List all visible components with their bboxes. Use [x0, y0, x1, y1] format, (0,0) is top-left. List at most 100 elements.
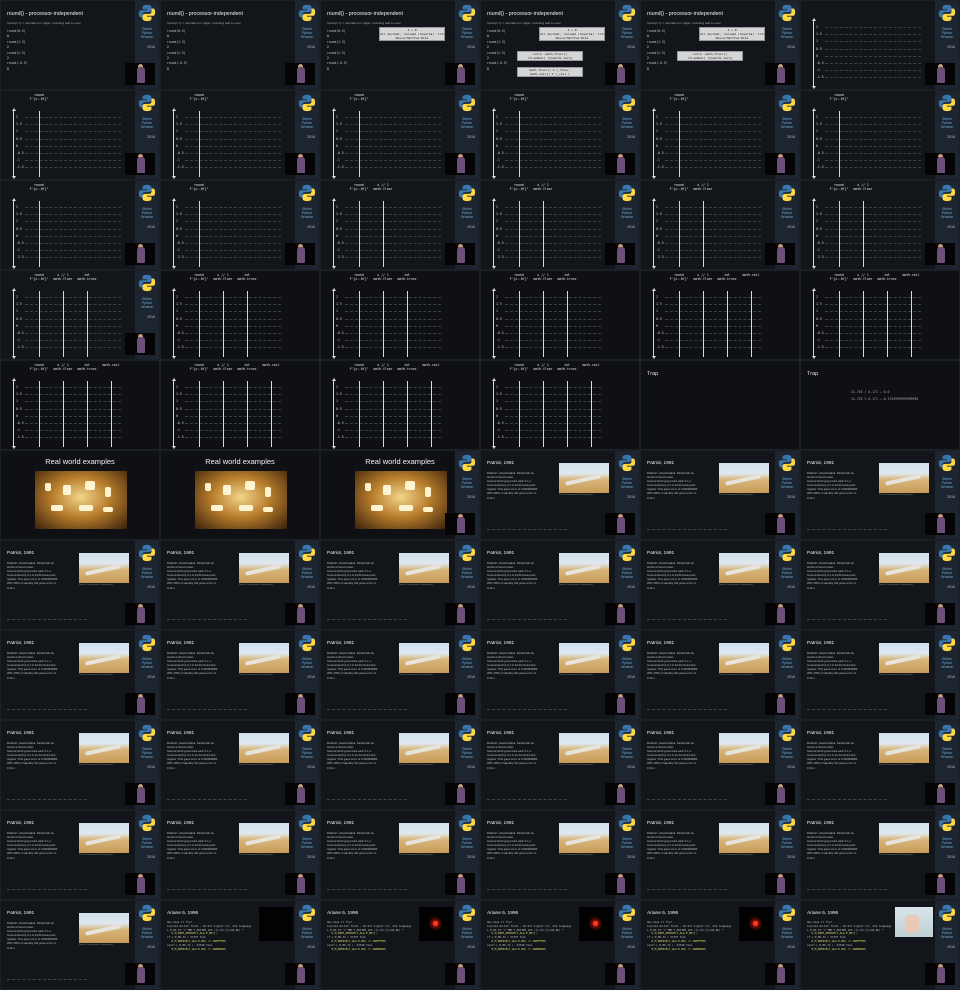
slide-round[interactable]: round() - processor-independent round(f, … — [1, 1, 159, 89]
speaker-video-icon — [925, 513, 955, 535]
tick-label: 1 — [496, 129, 498, 134]
slide-axis[interactable]: 2 1.5 1 0.5 0 -0.5 -1 -1.5 round f"{x:.0f}" x // … — [481, 181, 639, 269]
slide-title: Patriot, 1991 — [807, 641, 835, 646]
slide-patriot[interactable]: Patriot, 1991 Dhahran, Saudi Arabia. Patr… — [321, 811, 479, 899]
tick-label: 0.5 — [816, 226, 822, 231]
slide-real-world[interactable]: Real world examples — [1, 451, 159, 539]
highlight-segment — [246, 312, 249, 319]
tick-label: -1 — [496, 338, 500, 343]
highlight-segment — [518, 319, 521, 324]
slide-patriot[interactable]: Patriot, 1991 Dhahran, Saudi Arabia. Patr… — [1, 541, 159, 629]
slide-axis[interactable]: 2 1.5 1 0.5 0 -0.5 -1 -1.5 round f"{x:.0f}" x // … — [161, 361, 319, 449]
speaker-body — [457, 607, 465, 623]
slide-axis[interactable]: 2 1.5 1 0.5 0 -0.5 -1 -1.5 round f"{x:.0f}" Strik… — [1, 91, 159, 179]
slide-patriot[interactable]: Patriot, 1991 Dhahran, Saudi Arabia. Patr… — [641, 631, 799, 719]
tick-label: -0.5 — [16, 331, 24, 335]
tick-label: -1.5 — [816, 345, 824, 350]
tick-label: -1.5 — [16, 165, 24, 170]
slide-axis[interactable]: 2 1.5 1 0.5 0 -0.5 -1 -1.5 round f"{x:.0f}" x // … — [321, 181, 479, 269]
slide-axis[interactable]: 2 1.5 1 0.5 0 -0.5 -1 -1.5 round f"{x:.0f}" Strik… — [1, 181, 159, 269]
tick-label: -1 — [336, 248, 340, 253]
slide-axis[interactable]: 2 1.5 1 0.5 0 -0.5 -1 -1.5 Striker Python Seminar 2… — [801, 1, 959, 89]
slide-trap[interactable]: Trap 11.755 / 0.171 → 0.0 11.755 % 0.171 →… — [801, 361, 959, 449]
slide-axis[interactable]: 2 1.5 1 0.5 0 -0.5 -1 -1.5 round f"{x:.0f}" x // … — [801, 181, 959, 269]
tick-label: 0.5 — [496, 406, 502, 411]
slide-axis[interactable]: 2 1.5 1 0.5 0 -0.5 -1 -1.5 round f"{x:.0f}" x // … — [481, 361, 639, 449]
slide-body-text: Dhahran, Saudi Arabia. Patriot fail-me st… — [487, 741, 557, 770]
slide-patriot[interactable]: Patriot, 1991 Dhahran, Saudi Arabia. Patr… — [481, 811, 639, 899]
slide-ariane[interactable]: Ariane 5, 1996 How does it fly? Ciprand 64… — [161, 901, 319, 989]
slide-ariane[interactable]: Ariane 5, 1996 How does it fly? Ciprand 64… — [321, 901, 479, 989]
slide-patriot[interactable]: Patriot, 1991 Dhahran, Saudi Arabia. Patr… — [1, 901, 159, 989]
axis-arrow-up — [171, 108, 176, 111]
slide-axis[interactable]: 2 1.5 1 0.5 0 -0.5 -1 -1.5 round f"{x:.0f}" x // … — [481, 271, 639, 359]
exhibit-object — [245, 481, 255, 490]
slide-round[interactable]: round() - processor-independent round(f, … — [641, 1, 799, 89]
slide-patriot[interactable]: Patriot, 1991 Dhahran, Saudi Arabia. Patr… — [801, 721, 959, 809]
slide-axis[interactable]: 2 1.5 1 0.5 0 -0.5 -1 -1.5 round f"{x:.0f}" Strik… — [641, 91, 799, 179]
photo-caption: Source: Patriot missile, Scud intercept — [879, 674, 913, 676]
slide-patriot[interactable]: Patriot, 1991 Dhahran, Saudi Arabia. Patr… — [161, 541, 319, 629]
slide-patriot[interactable]: Patriot, 1991 Dhahran, Saudi Arabia. Patr… — [641, 451, 799, 539]
slide-patriot[interactable]: Patriot, 1991 Dhahran, Saudi Arabia. Patr… — [481, 631, 639, 719]
slide-patriot[interactable]: Patriot, 1991 Dhahran, Saudi Arabia. Patr… — [641, 811, 799, 899]
slide-patriot[interactable]: Patriot, 1991 Dhahran, Saudi Arabia. Patr… — [321, 631, 479, 719]
slide-patriot[interactable]: Patriot, 1991 Dhahran, Saudi Arabia. Patr… — [321, 721, 479, 809]
slide-round[interactable]: round() - processor-independent round(f, … — [321, 1, 479, 89]
number-axis-chart: 2 1.5 1 0.5 0 -0.5 -1 -1.5 round f"{x:.0f}" x // … — [327, 183, 447, 269]
slide-patriot[interactable]: Patriot, 1991 Dhahran, Saudi Arabia. Patr… — [801, 541, 959, 629]
code-line: round(-0.5) — [487, 61, 508, 66]
tick-label: -1 — [496, 248, 500, 253]
photo-caption: Source: Patriot missile, Scud intercept — [79, 764, 113, 766]
speaker-body — [617, 787, 625, 803]
slide-axis[interactable]: 2 1.5 1 0.5 0 -0.5 -1 -1.5 round f"{x:.0f}" x // … — [641, 181, 799, 269]
slide-axis[interactable]: 2 1.5 1 0.5 0 -0.5 -1 -1.5 round f"{x:.0f}" Strik… — [161, 91, 319, 179]
slide-axis[interactable]: 2 1.5 1 0.5 0 -0.5 -1 -1.5 round f"{x:.0f}" x // … — [161, 271, 319, 359]
slide-axis[interactable]: 2 1.5 1 0.5 0 -0.5 -1 -1.5 round f"{x:.0f}" x // … — [1, 361, 159, 449]
slide-ariane[interactable]: Ariane 5, 1996 How does it fly? Ciprand 64… — [801, 901, 959, 989]
slide-round[interactable]: round() - processor-independent round(f, … — [161, 1, 319, 89]
slide-footer — [7, 619, 87, 621]
sidebar-brand-text: Striker Python Seminar — [776, 927, 798, 939]
desert-photo: Source: Patriot missile, Scud intercept — [79, 823, 129, 856]
slide-patriot[interactable]: Patriot, 1991 Dhahran, Saudi Arabia. Patr… — [1, 721, 159, 809]
highlight-segment — [198, 154, 201, 158]
tick-label: 0 — [16, 143, 18, 148]
slide-axis[interactable]: 2 1.5 1 0.5 0 -0.5 -1 -1.5 round f"{x:.0f}" Strik… — [801, 91, 959, 179]
slide-patriot[interactable]: Patriot, 1991 Dhahran, Saudi Arabia. Patr… — [801, 631, 959, 719]
slide-patriot[interactable]: Patriot, 1991 Dhahran, Saudi Arabia. Patr… — [641, 721, 799, 809]
slide-axis[interactable]: 2 1.5 1 0.5 0 -0.5 -1 -1.5 round f"{x:.0f}" x // … — [1, 271, 159, 359]
slide-axis[interactable]: 2 1.5 1 0.5 0 -0.5 -1 -1.5 round f"{x:.0f}" Strik… — [481, 91, 639, 179]
slide-ariane[interactable]: Ariane 5, 1996 How does it fly? Ciprand 64… — [481, 901, 639, 989]
slide-real-world[interactable]: Real world examples Striker Python Seminar 2… — [321, 451, 479, 539]
photo-caption: Source: Patriot missile, Scud intercept — [879, 764, 913, 766]
slide-axis[interactable]: 2 1.5 1 0.5 0 -0.5 -1 -1.5 round f"{x:.0f}" x // … — [321, 271, 479, 359]
slide-axis[interactable]: 2 1.5 1 0.5 0 -0.5 -1 -1.5 round f"{x:.0f}" x // … — [641, 271, 799, 359]
tick-label: 1.5 — [656, 122, 662, 127]
sidebar-brand-line: Seminar — [460, 755, 474, 759]
slide-patriot[interactable]: Patriot, 1991 Dhahran, Saudi Arabia. Patr… — [1, 631, 159, 719]
slide-patriot[interactable]: Patriot, 1991 Dhahran, Saudi Arabia. Patr… — [1, 811, 159, 899]
slide-round[interactable]: round() - processor-independent round(f, … — [481, 1, 639, 89]
sidebar-year: 2016 — [307, 135, 315, 139]
slide-patriot[interactable]: Patriot, 1991 Dhahran, Saudi Arabia. Patr… — [481, 541, 639, 629]
highlight-segment — [518, 161, 521, 165]
slide-patriot[interactable]: Patriot, 1991 Dhahran, Saudi Arabia. Patr… — [321, 541, 479, 629]
slide-patriot[interactable]: Patriot, 1991 Dhahran, Saudi Arabia. Patr… — [801, 811, 959, 899]
slide-patriot[interactable]: Patriot, 1991 Dhahran, Saudi Arabia. Patr… — [161, 631, 319, 719]
slide-axis[interactable]: 2 1.5 1 0.5 0 -0.5 -1 -1.5 round f"{x:.0f}" Strik… — [161, 181, 319, 269]
slide-patriot[interactable]: Patriot, 1991 Dhahran, Saudi Arabia. Patr… — [481, 451, 639, 539]
slide-body-text: Dhahran, Saudi Arabia. Patriot fail-me st… — [647, 831, 717, 860]
slide-axis[interactable]: 2 1.5 1 0.5 0 -0.5 -1 -1.5 round f"{x:.0f}" x // … — [321, 361, 479, 449]
slide-axis[interactable]: 2 1.5 1 0.5 0 -0.5 -1 -1.5 round f"{x:.0f}" Strik… — [321, 91, 479, 179]
slide-ariane[interactable]: Ariane 5, 1996 How does it fly? Ciprand 64… — [641, 901, 799, 989]
slide-patriot[interactable]: Patriot, 1991 Dhahran, Saudi Arabia. Patr… — [161, 721, 319, 809]
slide-axis[interactable]: 2 1.5 1 0.5 0 -0.5 -1 -1.5 round f"{x:.0f}" x // … — [801, 271, 959, 359]
slide-patriot[interactable]: Patriot, 1991 Dhahran, Saudi Arabia. Patr… — [801, 451, 959, 539]
slide-real-world[interactable]: Real world examples — [161, 451, 319, 539]
slide-patriot[interactable]: Patriot, 1991 Dhahran, Saudi Arabia. Patr… — [641, 541, 799, 629]
slide-patriot[interactable]: Patriot, 1991 Dhahran, Saudi Arabia. Patr… — [481, 721, 639, 809]
sidebar-brand-text: Striker Python Seminar — [936, 207, 958, 219]
slide-patriot[interactable]: Patriot, 1991 Dhahran, Saudi Arabia. Patr… — [161, 811, 319, 899]
slide-trap[interactable]: Trap — [641, 361, 799, 449]
